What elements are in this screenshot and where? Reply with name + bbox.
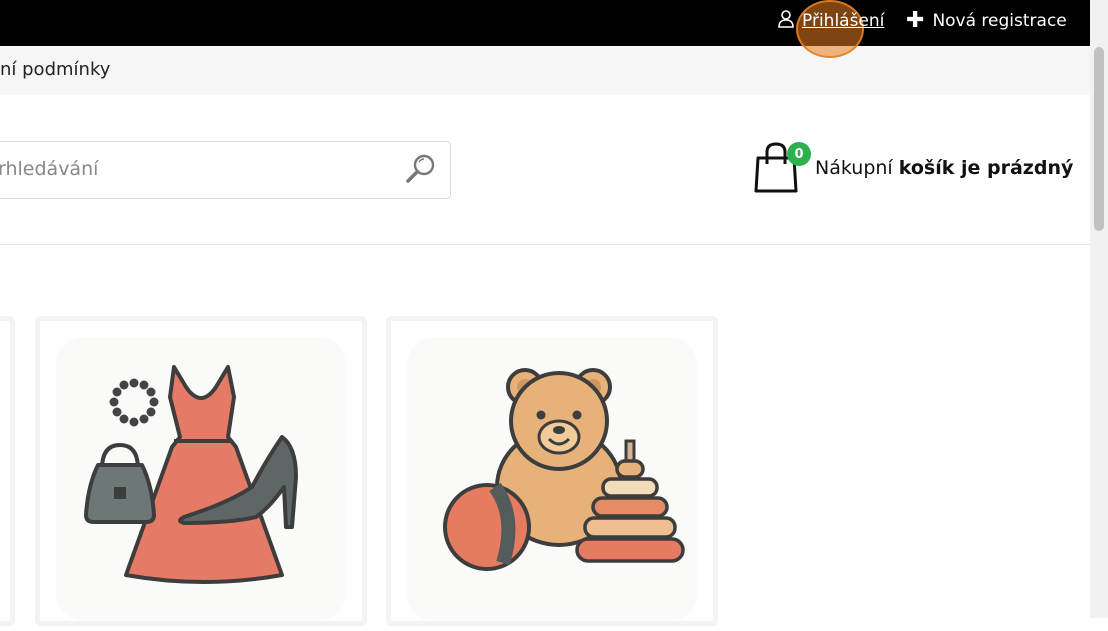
user-icon [778, 9, 794, 33]
toys-illustration [443, 368, 685, 571]
cart-status: Nákupní košík je prázdný [815, 157, 1073, 179]
plus-icon: ✚ [906, 8, 925, 33]
category-image[interactable] [407, 337, 697, 621]
terms-link[interactable]: ní podmínky [0, 59, 110, 80]
top-bar: Přihlášení ✚ Nová registrace [0, 0, 1090, 58]
category-card-fashion[interactable] [35, 316, 367, 626]
cart-text-bold: košík je prázdný [898, 157, 1074, 179]
scrollbar-thumb[interactable] [1094, 47, 1104, 231]
search-box[interactable]: rhledávání [0, 141, 451, 199]
category-card-toys[interactable] [386, 316, 718, 626]
search-input[interactable]: rhledávání [0, 158, 98, 180]
register-label[interactable]: Nová registrace [932, 11, 1066, 31]
login-label[interactable]: Přihlášení [802, 11, 884, 31]
header-divider [0, 244, 1090, 245]
register-link[interactable]: ✚ Nová registrace [906, 0, 1067, 42]
category-card[interactable] [0, 316, 15, 626]
fashion-illustration [84, 365, 298, 584]
cart-text-prefix: Nákupní [815, 157, 893, 179]
search-icon[interactable] [404, 152, 438, 190]
category-image[interactable] [56, 337, 346, 621]
sub-nav-bar: ní podmínky [0, 46, 1090, 95]
cart-widget[interactable]: 0 Nákupní košík je prázdný [754, 142, 1074, 194]
cart-count-badge: 0 [787, 142, 811, 166]
